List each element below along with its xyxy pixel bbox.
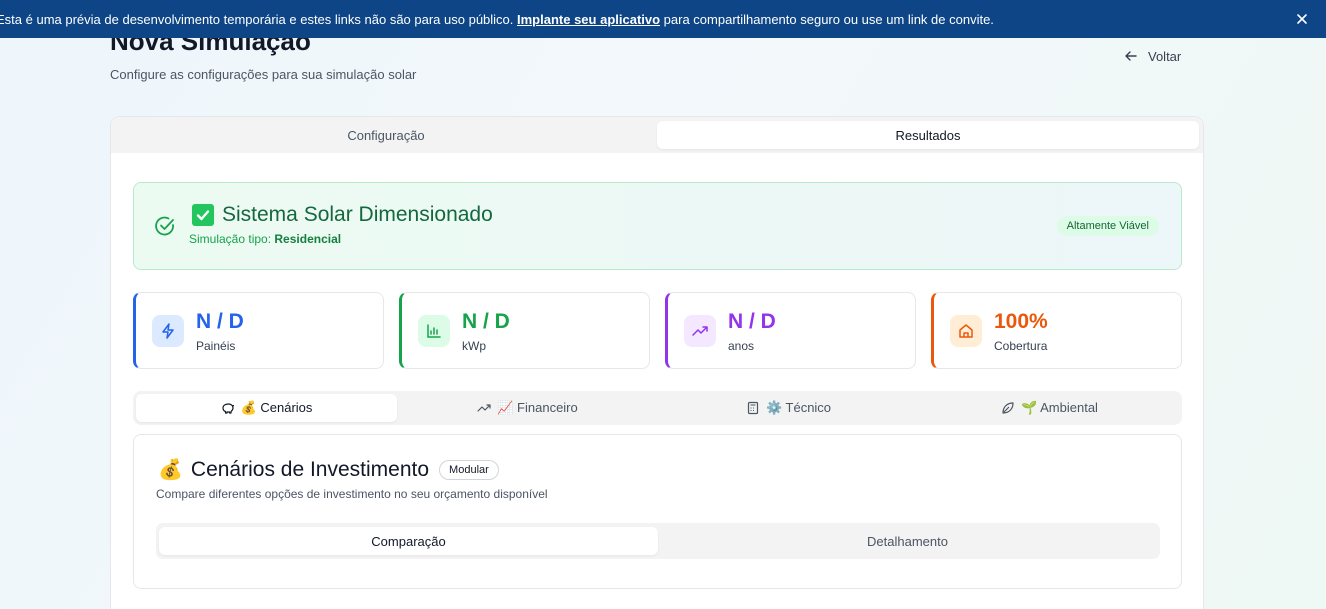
stat-card-cobertura: 100% Cobertura <box>931 292 1182 369</box>
deploy-app-link[interactable]: Implante seu aplicativo <box>517 12 660 27</box>
preview-banner: Esta é uma prévia de desenvolvimento tem… <box>0 0 1326 38</box>
trending-up-icon <box>684 315 716 347</box>
success-title: Sistema Solar Dimensionado <box>222 203 493 226</box>
tab-tecnico[interactable]: ⚙️ Técnico <box>658 394 919 422</box>
investment-title-row: 💰 Cenários de Investimento Modular <box>158 457 499 482</box>
stat-card-kwp: N / D kWp <box>399 292 650 369</box>
simulation-type-value: Residencial <box>274 232 342 246</box>
leaf-icon <box>1002 402 1014 414</box>
tab-comparacao[interactable]: Comparação <box>159 527 658 555</box>
stat-value: N / D <box>196 310 244 333</box>
banner-text-after: para compartilhamento seguro ou use um l… <box>660 11 994 27</box>
investment-title: Cenários de Investimento <box>190 457 430 481</box>
tab-resultados[interactable]: Resultados <box>657 121 1199 149</box>
results-tabs: 💰 Cenários 📈 Financeiro ⚙️ Técnico 🌱 Amb… <box>133 391 1182 425</box>
simulation-card: Configuração Resultados Sistema Solar Di… <box>110 116 1204 609</box>
tab-tecnico-label: ⚙️ Técnico <box>765 400 832 415</box>
simulation-type: Simulação tipo: Residencial <box>189 232 341 246</box>
main-tabs: Configuração Resultados <box>111 117 1203 153</box>
stat-label: anos <box>728 339 755 353</box>
stat-value: N / D <box>462 310 510 333</box>
viability-badge: Altamente Viável <box>1056 216 1159 236</box>
zap-icon <box>152 315 184 347</box>
investment-subtitle: Compare diferentes opções de investiment… <box>156 487 548 501</box>
banner-text: Esta é uma prévia de desenvolvimento tem… <box>0 12 994 27</box>
stat-card-anos: N / D anos <box>665 292 916 369</box>
page-subtitle: Configure as configurações para sua simu… <box>110 67 417 82</box>
home-icon <box>950 315 982 347</box>
simulation-type-prefix: Simulação tipo: <box>189 232 275 246</box>
close-icon[interactable] <box>1294 11 1310 27</box>
stat-value: 100% <box>994 310 1048 333</box>
check-mark-icon <box>192 204 214 226</box>
success-title-row: Sistema Solar Dimensionado <box>192 203 493 227</box>
arrow-left-icon <box>1125 51 1137 61</box>
modular-badge: Modular <box>439 459 499 480</box>
money-bag-icon: 💰 <box>158 459 183 481</box>
tab-ambiental[interactable]: 🌱 Ambiental <box>919 394 1180 422</box>
stat-label: kWp <box>462 339 486 353</box>
calculator-icon <box>747 401 759 415</box>
investment-scenarios-card: 💰 Cenários de Investimento Modular Compa… <box>133 434 1182 589</box>
bar-chart-icon <box>418 315 450 347</box>
stat-card-paineis: N / D Painéis <box>133 292 384 369</box>
investment-tabs: Comparação Detalhamento <box>156 523 1160 559</box>
success-panel: Sistema Solar Dimensionado Simulação tip… <box>133 182 1182 270</box>
tab-cenarios[interactable]: 💰 Cenários <box>136 394 397 422</box>
tab-ambiental-label: 🌱 Ambiental <box>1021 400 1098 415</box>
tab-cenarios-label: 💰 Cenários <box>240 400 313 415</box>
banner-text-before: Esta é uma prévia de desenvolvimento tem… <box>0 11 518 27</box>
stat-label: Cobertura <box>994 339 1048 353</box>
stat-label: Painéis <box>196 339 236 353</box>
piggy-bank-icon <box>221 403 234 414</box>
tab-configuracao[interactable]: Configuração <box>115 121 657 149</box>
back-button[interactable]: Voltar <box>1124 45 1181 67</box>
tab-financeiro-label: 📈 Financeiro <box>497 400 578 415</box>
check-circle-icon <box>155 216 174 236</box>
tab-financeiro[interactable]: 📈 Financeiro <box>397 394 658 422</box>
back-button-label: Voltar <box>1148 48 1182 64</box>
stat-value: N / D <box>728 310 776 333</box>
trending-up-icon <box>477 404 491 412</box>
tab-detalhamento[interactable]: Detalhamento <box>658 527 1157 555</box>
